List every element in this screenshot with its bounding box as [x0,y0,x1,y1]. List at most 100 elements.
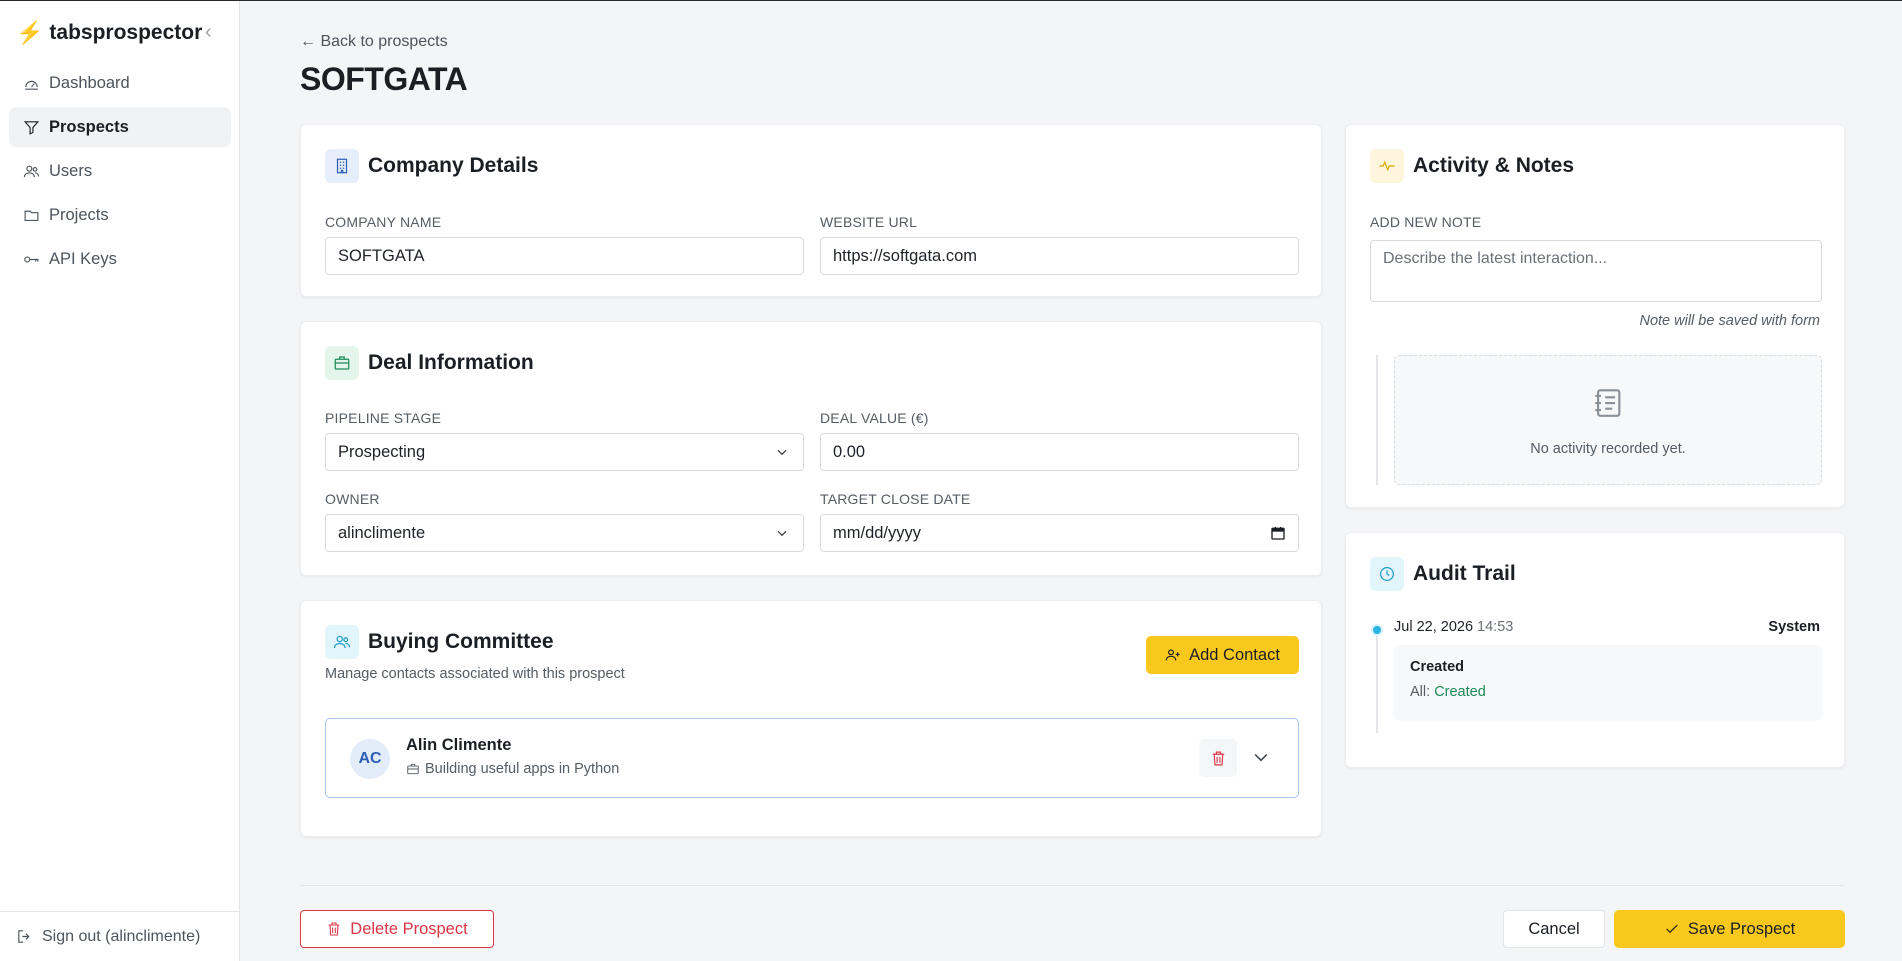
bolt-icon: ⚡ [16,20,44,45]
owner-label: Owner [325,491,380,507]
card-header: Company Details [325,149,538,183]
deal-information-card: Deal Information Pipeline Stage Prospect… [300,321,1322,576]
note-textarea[interactable]: Describe the latest interaction... [1370,240,1822,302]
chevron-down-icon [777,449,787,456]
sidebar-item-label: Dashboard [49,73,130,92]
pipeline-stage-label: Pipeline Stage [325,410,442,426]
card-title: Company Details [368,154,539,177]
signout-button[interactable]: Sign out (alinclimente) [0,911,239,961]
clock-icon [1370,557,1404,591]
delete-prospect-button[interactable]: Delete Prospect [300,910,494,948]
check-icon [1666,924,1678,934]
app-name: tabsprospector [49,21,203,44]
audit-date: Jul 22, 2026 [1394,619,1474,635]
sidebar-item-label: API Keys [49,249,117,268]
audit-field: All: [1410,684,1431,700]
card-header: Deal Information [325,346,534,380]
pipeline-stage-value: Prospecting [338,442,426,461]
timeline-dot [1371,624,1383,636]
target-close-date-input[interactable]: mm/dd/yyyy [820,514,1299,552]
website-url-input[interactable]: https://softgata.com [820,237,1299,275]
avatar: AC [350,739,390,779]
calendar-icon[interactable] [1270,525,1286,541]
briefcase-icon [325,346,359,380]
chevron-down-icon [777,530,787,537]
remove-contact-button[interactable] [1199,739,1237,777]
card-header: Activity & Notes [1370,149,1574,183]
company-name-input[interactable]: SOFTGATA [325,237,804,275]
sidebar-item-label: Projects [49,205,109,224]
note-hint: Note will be saved with form [1639,313,1820,329]
company-details-card: Company Details Company Name SOFTGATA We… [300,124,1322,297]
sidebar-item-api-keys[interactable]: API Keys [9,239,231,279]
funnel-icon [23,120,40,135]
card-title: Audit Trail [1413,562,1516,585]
target-close-date-label: Target Close Date [820,491,971,507]
website-url-label: Website URL [820,214,918,230]
audit-time: 14:53 [1477,619,1514,635]
audit-detail: All: Created [1410,684,1486,700]
sidebar-item-dashboard[interactable]: Dashboard [9,63,231,103]
audit-action: Created [1410,659,1464,675]
activity-notes-card: Activity & Notes Add New Note Describe t… [1345,124,1845,508]
audit-actor: System [1768,619,1820,635]
notebook-icon [1595,389,1621,417]
owner-value: alinclimente [338,523,426,542]
sidebar-item-label: Users [49,161,93,180]
folder-icon [24,210,39,221]
add-contact-button[interactable]: Add Contact [1146,636,1299,674]
user-plus-icon [1165,649,1180,661]
sidebar-item-label: Prospects [49,117,129,136]
card-title: Deal Information [368,351,534,374]
contact-name: Alin Climente [406,736,512,754]
brand[interactable]: ⚡ tabsprospector [16,20,202,46]
building-icon [325,149,359,183]
add-note-label: Add New Note [1370,214,1482,230]
empty-activity-text: No activity recorded yet. [1530,441,1686,457]
back-to-prospects-link[interactable]: ← Back to prospects [300,33,448,51]
target-close-date-placeholder: mm/dd/yyyy [833,523,922,542]
signout-label: Sign out (alinclimente) [42,927,201,945]
empty-activity-state: No activity recorded yet. [1394,355,1822,485]
key-icon [24,255,39,263]
website-url-value: https://softgata.com [833,246,977,265]
owner-select[interactable]: alinclimente [325,514,804,552]
audit-trail-card: Audit Trail Jul 22, 2026 14:53 System Cr… [1345,532,1845,768]
audit-entry-date: Jul 22, 2026 14:53 [1394,619,1513,635]
save-prospect-label: Save Prospect [1687,919,1796,938]
card-subtitle: Manage contacts associated with this pro… [325,666,625,682]
timeline-line [1376,633,1378,733]
sidebar-nav: Dashboard Prospects Users Projects API K… [9,63,231,283]
cancel-button[interactable]: Cancel [1503,910,1605,948]
deal-value-value: 0.00 [833,442,866,461]
buying-committee-card: Buying Committee Manage contacts associa… [300,600,1322,837]
audit-value: Created [1434,684,1486,700]
card-title: Buying Committee [368,630,554,653]
trash-icon [328,922,340,936]
card-header: Audit Trail [1370,557,1516,591]
card-header: Buying Committee [325,625,554,659]
delete-prospect-label: Delete Prospect [350,919,468,938]
timeline-line [1376,355,1378,485]
add-contact-label: Add Contact [1189,645,1280,664]
activity-pulse-icon [1370,149,1404,183]
users-icon [325,625,359,659]
deal-value-input[interactable]: 0.00 [820,433,1299,471]
logout-icon [18,930,30,943]
collapse-sidebar-icon[interactable]: ‹ [205,21,212,44]
trash-icon [1212,751,1224,765]
sidebar-item-projects[interactable]: Projects [9,195,231,235]
save-prospect-button[interactable]: Save Prospect [1614,910,1845,948]
pipeline-stage-select[interactable]: Prospecting [325,433,804,471]
chevron-down-icon[interactable] [1251,747,1271,767]
users-icon [23,165,40,177]
contact-headline: Building useful apps in Python [406,761,619,777]
card-title: Activity & Notes [1413,154,1575,177]
audit-entry: Created All: Created [1394,645,1822,719]
sidebar-item-users[interactable]: Users [9,151,231,191]
briefcase-icon [407,763,419,775]
company-name-label: Company Name [325,214,442,230]
page-title: SOFTGATA [300,61,468,97]
contact-card[interactable]: AC Alin Climente Building useful apps in… [325,718,1299,798]
sidebar-item-prospects[interactable]: Prospects [9,107,231,147]
